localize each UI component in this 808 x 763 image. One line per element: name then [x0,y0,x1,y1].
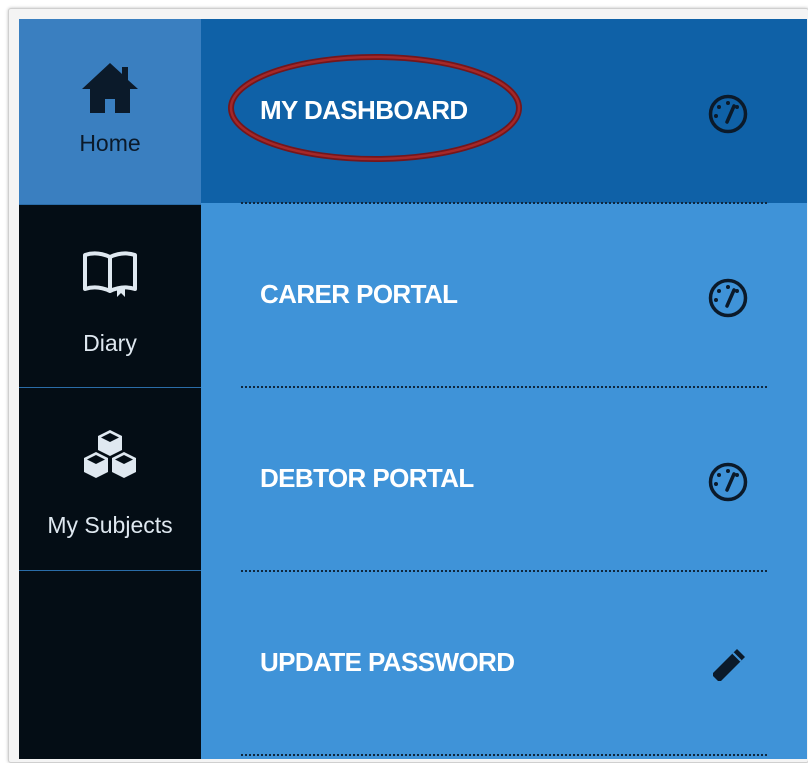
menu-item-label: CARER PORTAL [260,279,458,309]
cubes-icon [19,428,201,484]
global-nav-sidebar: Home Diary My Subjects [19,19,201,759]
pencil-icon [707,645,749,687]
menu-item-debtor-portal[interactable]: DEBTOR PORTAL [201,387,807,571]
sidebar-item-label: Diary [83,330,137,356]
menu-item-carer-portal[interactable]: CARER PORTAL [201,203,807,387]
speedometer-icon [707,93,749,135]
speedometer-icon [707,277,749,319]
speedometer-icon [707,461,749,503]
sidebar-item-label: My Subjects [47,512,173,538]
menu-divider [241,754,767,756]
open-book-icon [19,249,201,299]
sidebar-empty-area [19,570,201,759]
menu-item-label: DEBTOR PORTAL [260,463,474,493]
sidebar-item-label: Home [79,130,141,156]
menu-item-update-password[interactable]: UPDATE PASSWORD [201,571,807,755]
sidebar-item-home[interactable]: Home [19,19,201,204]
menu-item-label: UPDATE PASSWORD [260,647,515,677]
annotation-highlight-ellipse [228,54,522,162]
sidebar-item-my-subjects[interactable]: My Subjects [19,387,201,570]
sidebar-item-diary[interactable]: Diary [19,204,201,387]
house-icon [19,61,201,115]
